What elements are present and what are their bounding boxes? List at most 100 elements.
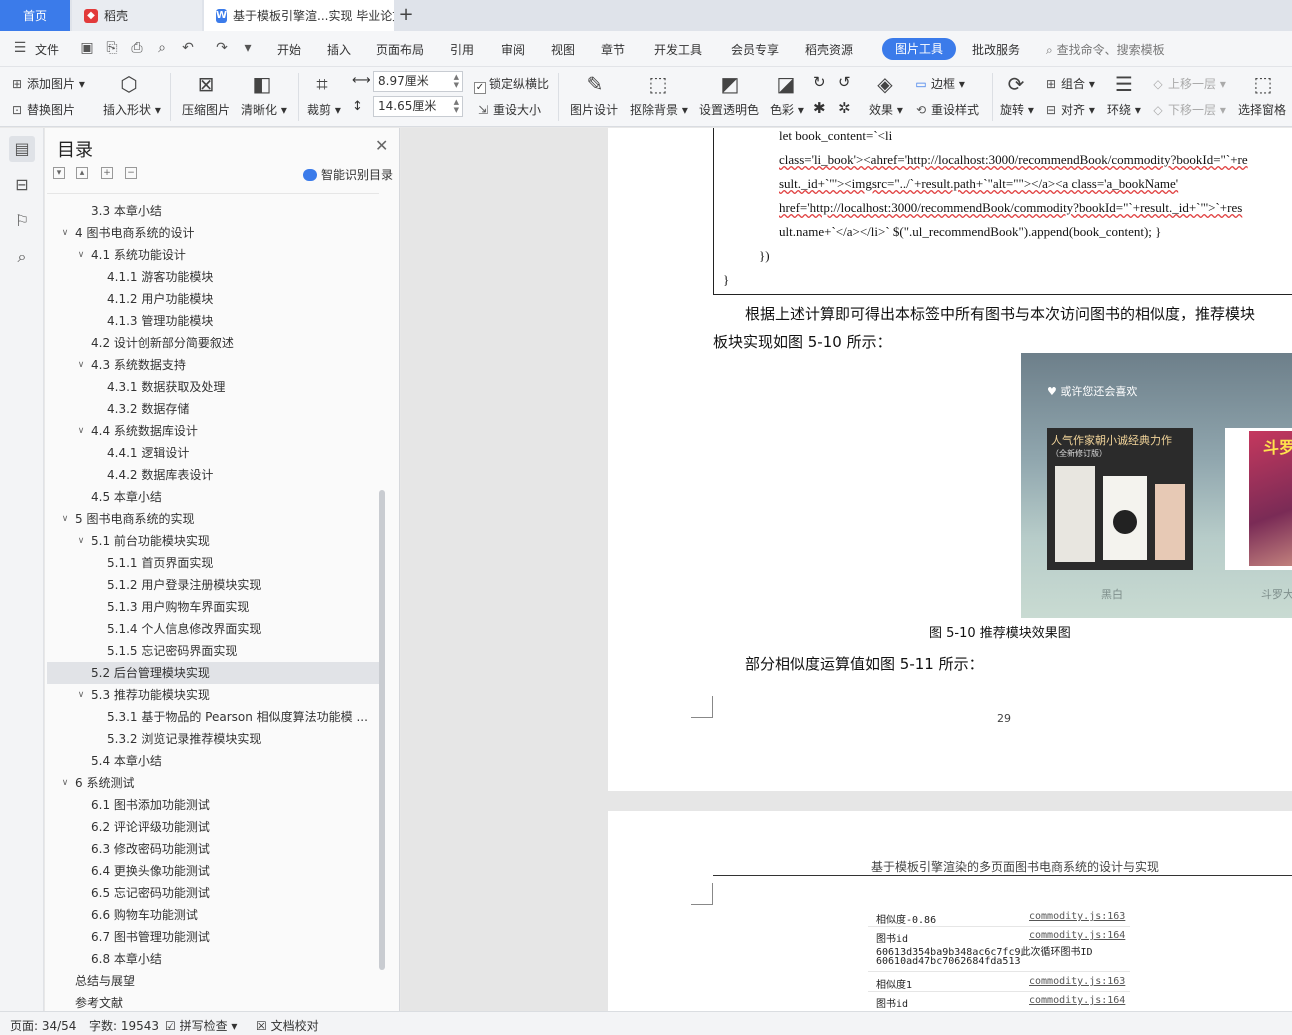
menu-reference[interactable]: 引用	[450, 41, 474, 58]
border-button[interactable]: ▭ 边框 ▾	[914, 75, 965, 92]
toc-item[interactable]: 6.6 购物车功能测试	[47, 904, 379, 926]
toc-item[interactable]: ∨ 6 系统测试	[47, 772, 379, 794]
toc-item[interactable]: 6.2 评论评级功能测试	[47, 816, 379, 838]
save-icon[interactable]: ▣	[79, 40, 95, 56]
reset-style-button[interactable]: ⟲ 重设样式	[914, 101, 979, 118]
toc-item[interactable]: ∨ 4 图书电商系统的设计	[47, 222, 379, 244]
toc-item[interactable]: 4.1.3 管理功能模块	[47, 310, 379, 332]
menu-view[interactable]: 视图	[551, 41, 575, 58]
chevron-down-icon[interactable]: ∨	[75, 244, 87, 266]
page-indicator[interactable]: 页面: 34/54	[10, 1017, 76, 1034]
recommend-figure[interactable]: ♥ 或许您还会喜欢 人气作家朝小诚经典力作 （全新修订版） 黑白 斗罗大陆 斗罗…	[1021, 353, 1292, 618]
chevron-down-icon[interactable]: ∨	[75, 354, 87, 376]
hamburger-menu-icon[interactable]: ☰	[12, 40, 28, 56]
expand-all-icon[interactable]: ▴	[76, 167, 88, 179]
image-design-button[interactable]: 图片设计	[570, 101, 618, 118]
clarify-button[interactable]: 清晰化 ▾	[241, 101, 287, 118]
menu-insert[interactable]: 插入	[327, 41, 351, 58]
toc-scrollbar[interactable]	[379, 490, 385, 970]
chevron-down-icon[interactable]: ∨	[59, 222, 71, 244]
chevron-down-icon[interactable]: ∨	[75, 530, 87, 552]
menu-chapter[interactable]: 章节	[601, 41, 625, 58]
new-tab-button[interactable]: +	[396, 4, 416, 26]
console-source-link[interactable]: commodity.js:163	[1029, 911, 1125, 922]
toc-item[interactable]: 6.7 图书管理功能测试	[47, 926, 379, 948]
tab-daoke[interactable]: ◆ 稻壳	[72, 0, 202, 31]
compress-image-button[interactable]: 压缩图片	[182, 101, 230, 118]
menu-member[interactable]: 会员专享	[731, 41, 779, 58]
insert-shape-button[interactable]: 插入形状 ▾	[103, 101, 161, 118]
menu-daoke-resources[interactable]: 稻壳资源	[805, 41, 853, 58]
image-height-input[interactable]: 14.65厘米 ▲ ▼	[373, 96, 463, 117]
collapse-all-icon[interactable]: ▾	[53, 167, 65, 179]
toc-item[interactable]: ∨ 4.1 系统功能设计	[47, 244, 379, 266]
toc-item[interactable]: 5.1.5 忘记密码界面实现	[47, 640, 379, 662]
close-icon[interactable]: ✕	[375, 136, 388, 155]
toc-item[interactable]: 5.1.1 首页界面实现	[47, 552, 379, 574]
replace-image-button[interactable]: ⊡ 替换图片	[10, 101, 75, 118]
image-width-input[interactable]: 8.97厘米 ▲ ▼	[373, 71, 463, 92]
chapter-nav-icon[interactable]: ⊟	[9, 172, 35, 198]
toc-icon[interactable]: ▤	[9, 136, 35, 162]
width-spinner-icon[interactable]: ▲ ▼	[454, 73, 459, 89]
bring-forward-button[interactable]: ◇ 上移一层 ▾	[1151, 75, 1225, 92]
toc-item[interactable]: 4.5 本章小结	[47, 486, 379, 508]
set-transparent-button[interactable]: 设置透明色	[699, 101, 759, 118]
send-backward-button[interactable]: ◇ 下移一层 ▾	[1151, 101, 1225, 118]
menu-file[interactable]: 文件	[35, 41, 59, 58]
chevron-down-icon[interactable]: ∨	[75, 420, 87, 442]
console-source-link[interactable]: commodity.js:164	[1029, 995, 1125, 1006]
toc-item[interactable]: 6.8 本章小结	[47, 948, 379, 970]
contrast-down-icon[interactable]: ✲	[838, 99, 851, 117]
toc-item[interactable]: 4.3.2 数据存储	[47, 398, 379, 420]
align-button[interactable]: ⊟ 对齐 ▾	[1044, 101, 1095, 118]
toc-item[interactable]: 6.1 图书添加功能测试	[47, 794, 379, 816]
console-source-link[interactable]: commodity.js:164	[1029, 930, 1125, 941]
print-preview-icon[interactable]: ⌕	[154, 40, 170, 56]
search-icon[interactable]: ⌕	[9, 244, 35, 270]
crop-button[interactable]: 裁剪 ▾	[307, 101, 341, 118]
spell-check-button[interactable]: ☑ 拼写检查 ▾	[165, 1017, 237, 1034]
toc-item[interactable]: 3.3 本章小结	[47, 200, 379, 222]
remove-background-button[interactable]: 抠除背景 ▾	[630, 101, 688, 118]
bookmark-icon[interactable]: ⚐	[9, 208, 35, 234]
customize-toolbar-icon[interactable]: ▾	[240, 40, 256, 56]
toc-item[interactable]: 4.4.2 数据库表设计	[47, 464, 379, 486]
toc-item[interactable]: 5.2 后台管理模块实现	[47, 662, 379, 684]
add-image-button[interactable]: ⊞ 添加图片 ▾	[10, 75, 85, 92]
print-icon[interactable]: ⎙	[129, 40, 145, 56]
chevron-down-icon[interactable]: ∨	[59, 508, 71, 530]
toc-item[interactable]: 4.3.1 数据获取及处理	[47, 376, 379, 398]
toc-item[interactable]: 5.4 本章小结	[47, 750, 379, 772]
toc-item[interactable]: ∨ 5.3 推荐功能模块实现	[47, 684, 379, 706]
toc-item[interactable]: 4.2 设计创新部分简要叙述	[47, 332, 379, 354]
toc-item[interactable]: 参考文献	[47, 992, 379, 1011]
undo-icon[interactable]: ↶	[180, 40, 196, 56]
doc-proofread-button[interactable]: ☒ 文档校对	[256, 1017, 319, 1034]
brightness-down-icon[interactable]: ↺	[838, 73, 851, 91]
menu-review[interactable]: 审阅	[501, 41, 525, 58]
toc-item[interactable]: 5.1.3 用户购物车界面实现	[47, 596, 379, 618]
toc-item[interactable]: ∨ 4.3 系统数据支持	[47, 354, 379, 376]
selection-pane-button[interactable]: 选择窗格	[1238, 101, 1286, 118]
effect-button[interactable]: 效果 ▾	[869, 101, 903, 118]
contrast-up-icon[interactable]: ✱	[813, 99, 826, 117]
menu-dev-tools[interactable]: 开发工具	[654, 41, 702, 58]
add-heading-icon[interactable]: +	[101, 167, 113, 179]
reset-size-button[interactable]: ⇲ 重设大小	[476, 101, 541, 118]
toc-item[interactable]: 6.3 修改密码功能测试	[47, 838, 379, 860]
group-button[interactable]: ⊞ 组合 ▾	[1044, 75, 1095, 92]
brightness-up-icon[interactable]: ↻	[813, 73, 826, 91]
toc-item[interactable]: 6.4 更换头像功能测试	[47, 860, 379, 882]
color-button[interactable]: 色彩 ▾	[770, 101, 804, 118]
tab-home[interactable]: 首页	[0, 0, 70, 31]
lock-ratio-checkbox[interactable]: ✓ 锁定纵横比	[474, 75, 549, 94]
toc-item[interactable]: 4.1.1 游客功能模块	[47, 266, 379, 288]
tab-document[interactable]: W 基于模板引擎渲...实现 毕业论文	[204, 0, 394, 31]
menu-picture-tools[interactable]: 图片工具	[882, 38, 956, 60]
toc-item[interactable]: 4.4.1 逻辑设计	[47, 442, 379, 464]
export-pdf-icon[interactable]: ⎘	[104, 40, 120, 56]
toc-item[interactable]: ∨ 4.4 系统数据库设计	[47, 420, 379, 442]
toc-item[interactable]: 5.3.2 浏览记录推荐模块实现	[47, 728, 379, 750]
book-cover-douluo[interactable]: 斗罗大陆	[1225, 428, 1292, 570]
